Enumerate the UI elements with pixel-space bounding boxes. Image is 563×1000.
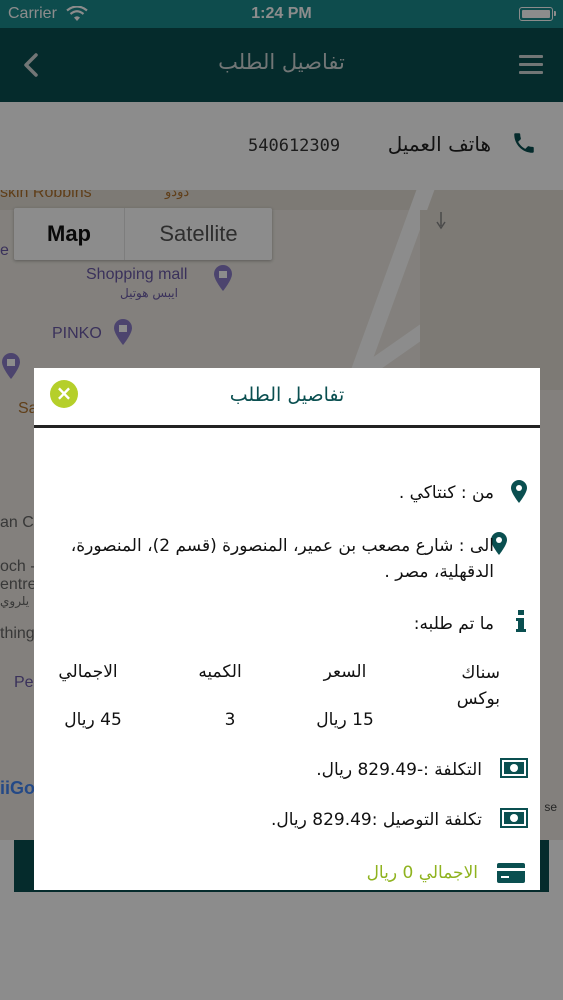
modal-header: تفاصيل الطلب × (34, 368, 540, 428)
table-header-total: الاجمالي (58, 662, 118, 682)
table-cell-qty: 3 (224, 710, 236, 730)
delivery-cash-icon (500, 808, 528, 828)
info-icon (516, 610, 526, 632)
ordered-label: ما تم طلبه: (413, 614, 494, 634)
cash-icon (500, 758, 528, 778)
cost-text: التكلفة :-829.49 ريال. (316, 760, 482, 780)
table-header-item: سناك بوكس (456, 663, 500, 709)
table-header-price: السعر (323, 662, 367, 682)
delivery-cost-text: تكلفة التوصيل :829.49 ريال. (270, 810, 482, 830)
table-cell-price: 15 ريال (316, 710, 374, 730)
location-pin-icon (511, 480, 527, 503)
to-text: الى : شارع مصعب بن عمير، المنصورة (قسم 2… (70, 536, 494, 582)
from-text: من : كنتاكي . (398, 483, 494, 503)
table-cell-total: 45 ريال (64, 710, 122, 730)
credit-card-icon (497, 863, 525, 883)
order-details-modal: تفاصيل الطلب × من : كنتاكي . الى : شارع … (34, 368, 540, 890)
close-icon[interactable]: × (50, 380, 78, 408)
total-text: الاجمالي 0 ريال (366, 863, 478, 883)
modal-title: تفاصيل الطلب (229, 384, 345, 406)
table-header-qty: الكميه (198, 662, 242, 682)
